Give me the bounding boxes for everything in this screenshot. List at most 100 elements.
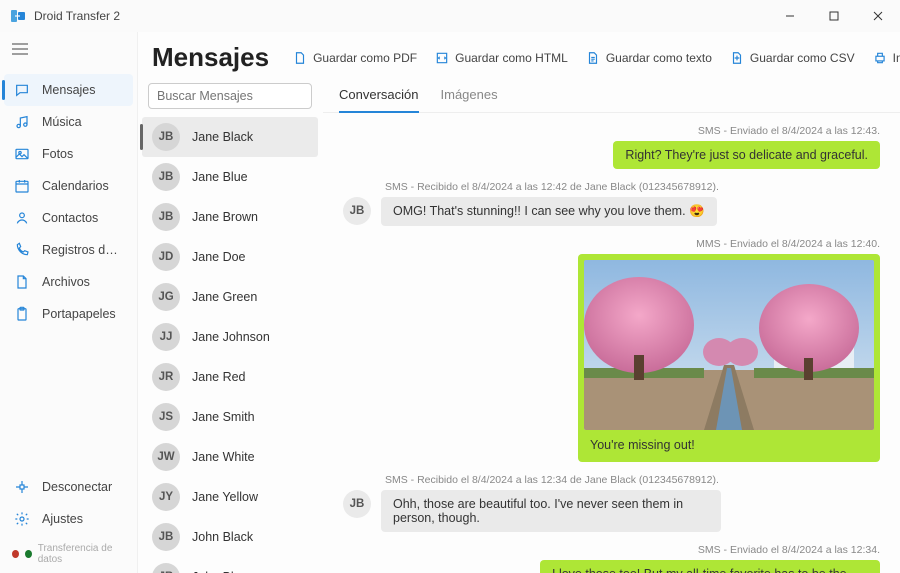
status-dot-red <box>12 550 19 558</box>
contact-row[interactable]: JRJane Red <box>138 357 322 397</box>
status-row: Transferencia de datos <box>0 535 137 573</box>
tool-save-pdf[interactable]: Guardar como PDF <box>293 51 417 65</box>
header: Mensajes Guardar como PDF Guardar como H… <box>138 32 900 79</box>
contact-row[interactable]: JSJane Smith <box>138 397 322 437</box>
contact-row[interactable]: JBJane Blue <box>138 157 322 197</box>
avatar: JW <box>152 443 180 471</box>
sidebar-item-mensajes[interactable]: Mensajes <box>4 74 133 106</box>
avatar: JD <box>152 243 180 271</box>
sidebar-label: Calendarios <box>42 179 109 193</box>
sidebar-item-calendarios[interactable]: Calendarios <box>0 170 137 202</box>
tabs: Conversación Imágenes <box>323 79 900 113</box>
message-out-mms: MMS - Enviado el 8/4/2024 a las 12:40. <box>343 238 880 462</box>
sidebar-label: Registros de Llamadas <box>42 243 123 257</box>
message-bubble: OMG! That's stunning!! I can see why you… <box>381 197 717 226</box>
message-meta: SMS - Recibido el 8/4/2024 a las 12:34 d… <box>343 474 880 486</box>
message-in: SMS - Recibido el 8/4/2024 a las 12:42 d… <box>343 181 880 226</box>
tab-conversacion[interactable]: Conversación <box>339 79 419 112</box>
contact-list[interactable]: JB Jane Black JBJane Blue JB Jane Brown J… <box>138 117 322 573</box>
phone-icon <box>14 242 30 258</box>
message-bubble: Ohh, those are beautiful too. I've never… <box>381 490 721 532</box>
sidebar-item-portapapeles[interactable]: Portapapeles <box>0 298 137 330</box>
sidebar-item-fotos[interactable]: Fotos <box>0 138 137 170</box>
disconnect-icon <box>14 479 30 495</box>
sidebar-item-contactos[interactable]: Contactos <box>0 202 137 234</box>
contact-row[interactable]: JW Jane White <box>138 437 322 477</box>
status-text: Transferencia de datos <box>38 543 125 565</box>
conversation-pane: Conversación Imágenes SMS - Enviado el 8… <box>323 79 900 573</box>
tool-label: Guardar como texto <box>606 51 712 65</box>
contact-row[interactable]: JBJohn Blue <box>138 557 322 573</box>
tool-print[interactable]: Impresión <box>873 51 900 65</box>
sidebar-item-musica[interactable]: Música <box>0 106 137 138</box>
message-bubble: Right? They're just so delicate and grac… <box>613 141 880 169</box>
sidebar-item-archivos[interactable]: Archivos <box>0 266 137 298</box>
contact-name: Jane Brown <box>192 210 258 224</box>
avatar: JB <box>152 563 180 573</box>
tab-imagenes[interactable]: Imágenes <box>441 79 498 112</box>
sidebar-label: Portapapeles <box>42 307 116 321</box>
search-input[interactable] <box>148 83 312 109</box>
sidebar-item-registros[interactable]: Registros de Llamadas <box>0 234 137 266</box>
message-meta: SMS - Enviado el 8/4/2024 a las 12:43. <box>343 125 880 137</box>
contact-row[interactable]: JD Jane Doe <box>138 237 322 277</box>
sidebar-label: Música <box>42 115 82 129</box>
gear-icon <box>14 511 30 527</box>
tool-label: Guardar como CSV <box>750 51 855 65</box>
contact-row[interactable]: JB Jane Black <box>142 117 318 157</box>
text-icon <box>586 51 600 65</box>
message-out: SMS - Enviado el 8/4/2024 a las 12:34. I… <box>343 544 880 573</box>
maximize-button[interactable] <box>812 0 856 32</box>
contact-name: Jane Black <box>192 130 253 144</box>
sidebar-item-ajustes[interactable]: Ajustes <box>0 503 137 535</box>
avatar: JB <box>152 523 180 551</box>
contact-row[interactable]: JJ Jane Johnson <box>138 317 322 357</box>
tool-save-text[interactable]: Guardar como texto <box>586 51 712 65</box>
message-meta: SMS - Enviado el 8/4/2024 a las 12:34. <box>343 544 880 556</box>
message-list[interactable]: SMS - Enviado el 8/4/2024 a las 12:43. R… <box>323 113 900 573</box>
sidebar-label: Contactos <box>42 211 98 225</box>
window-controls <box>768 0 900 32</box>
contact-row[interactable]: JB John Black <box>138 517 322 557</box>
minimize-button[interactable] <box>768 0 812 32</box>
tool-label: Impresión <box>893 51 900 65</box>
tool-save-csv[interactable]: Guardar como CSV <box>730 51 855 65</box>
mms-image <box>584 260 874 430</box>
message-out: SMS - Enviado el 8/4/2024 a las 12:43. R… <box>343 125 880 169</box>
contacts-pane: JB Jane Black JBJane Blue JB Jane Brown J… <box>138 79 323 573</box>
contact-row[interactable]: JG Jane Green <box>138 277 322 317</box>
page-title: Mensajes <box>152 42 269 73</box>
contact-name: John Black <box>192 530 253 544</box>
message-meta: SMS - Recibido el 8/4/2024 a las 12:42 d… <box>343 181 880 193</box>
contact-name: Jane Red <box>192 370 246 384</box>
avatar: JG <box>152 283 180 311</box>
avatar: JB <box>152 203 180 231</box>
message-avatar: JB <box>343 490 371 518</box>
pdf-icon <box>293 51 307 65</box>
clipboard-icon <box>14 306 30 322</box>
tool-label: Guardar como PDF <box>313 51 417 65</box>
sidebar-item-desconectar[interactable]: Desconectar <box>0 471 137 503</box>
hamburger-button[interactable] <box>0 32 137 70</box>
contact-name: Jane Smith <box>192 410 255 424</box>
contact-name: Jane White <box>192 450 255 464</box>
sidebar-label: Mensajes <box>42 83 96 97</box>
photo-icon <box>14 146 30 162</box>
contact-name: Jane Johnson <box>192 330 270 344</box>
contact-name: Jane Green <box>192 290 257 304</box>
tool-save-html[interactable]: Guardar como HTML <box>435 51 568 65</box>
close-button[interactable] <box>856 0 900 32</box>
message-in: SMS - Recibido el 8/4/2024 a las 12:34 d… <box>343 474 880 532</box>
html-icon <box>435 51 449 65</box>
contacts-icon <box>14 210 30 226</box>
sidebar-label: Archivos <box>42 275 90 289</box>
file-icon <box>14 274 30 290</box>
contact-row[interactable]: JYJane Yellow <box>138 477 322 517</box>
message-avatar: JB <box>343 197 371 225</box>
avatar: JJ <box>152 323 180 351</box>
contact-row[interactable]: JB Jane Brown <box>138 197 322 237</box>
contact-name: Jane Doe <box>192 250 246 264</box>
sidebar-label: Fotos <box>42 147 73 161</box>
music-icon <box>14 114 30 130</box>
message-meta: MMS - Enviado el 8/4/2024 a las 12:40. <box>343 238 880 250</box>
